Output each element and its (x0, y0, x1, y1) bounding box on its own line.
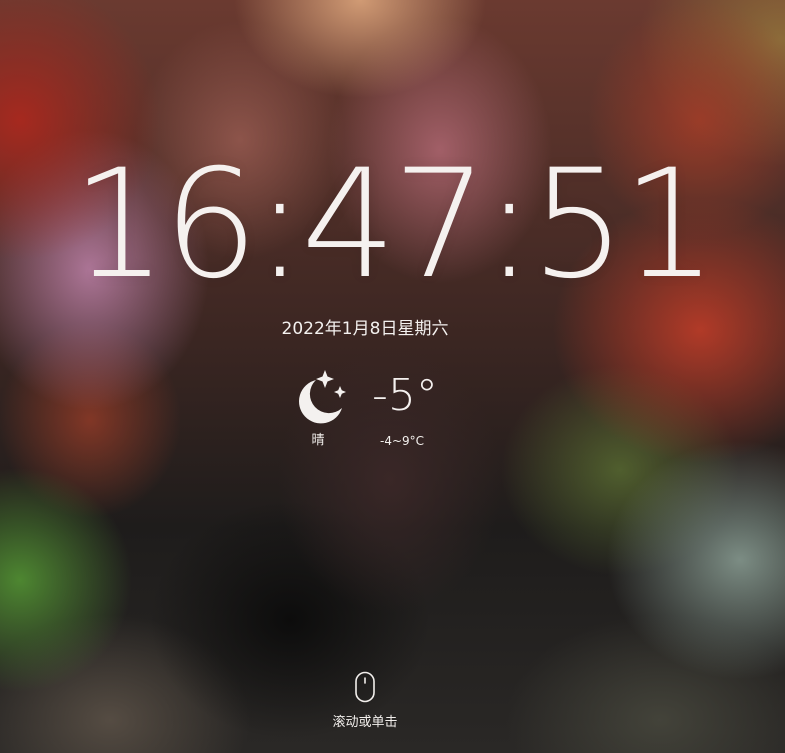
date-label: 2022年1月8日星期六 (281, 319, 449, 339)
weather-condition: 晴 (311, 433, 325, 448)
weather-widget[interactable]: 晴 -5° -4~9°C (286, 364, 456, 456)
current-temperature: -5° (372, 370, 438, 421)
mouse-icon[interactable] (354, 671, 376, 703)
scroll-or-click-hint[interactable]: 滚动或单击 (0, 714, 730, 732)
moon-stars-icon (299, 370, 346, 424)
clock-time: 16:47:51 (71, 138, 718, 312)
temperature-range: -4~9°C (380, 434, 425, 448)
